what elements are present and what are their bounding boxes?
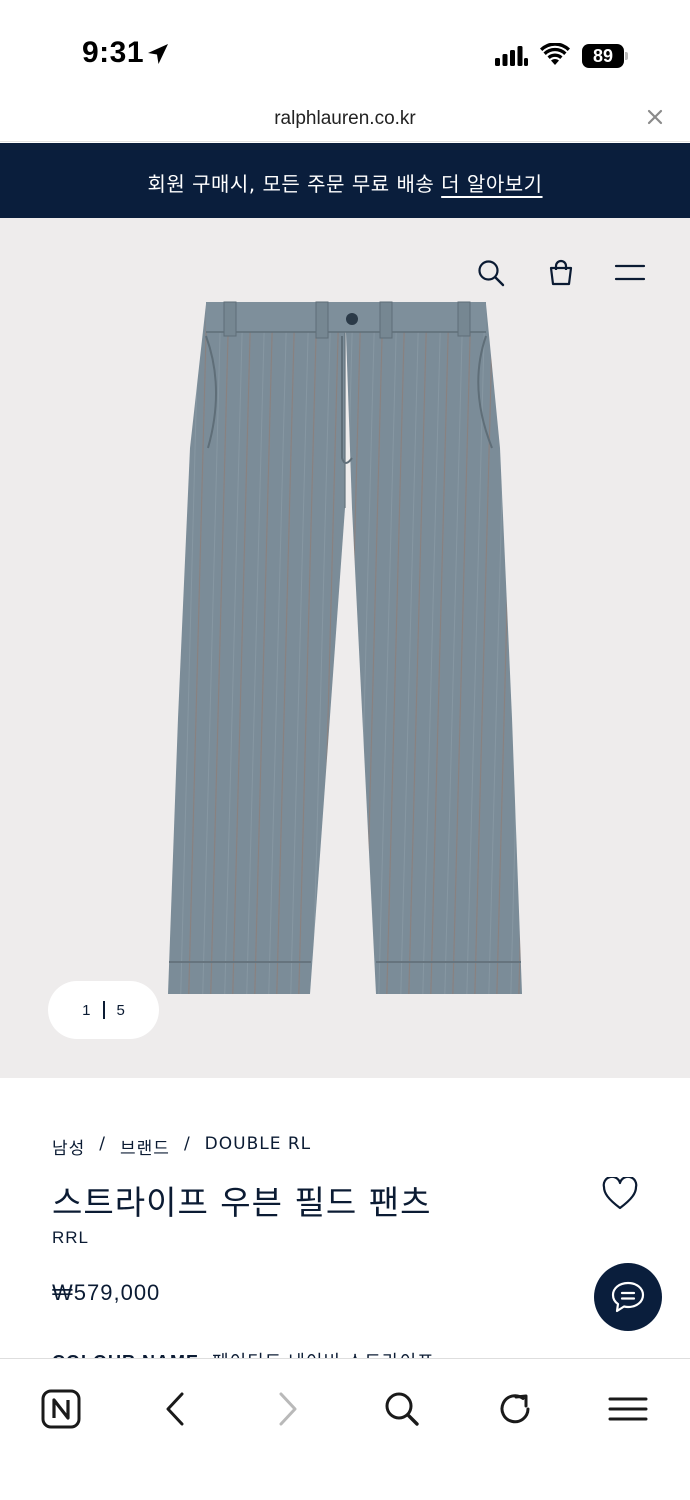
breadcrumb-separator: / <box>183 1134 191 1154</box>
menu-button[interactable] <box>598 1379 658 1439</box>
breadcrumb-item-brand[interactable]: 브랜드 <box>120 1134 170 1159</box>
browser-toolbar <box>0 1358 690 1500</box>
forward-button[interactable] <box>258 1379 318 1439</box>
product-gallery[interactable]: 1 5 <box>0 218 690 1078</box>
reload-button[interactable] <box>485 1379 545 1439</box>
search-icon[interactable] <box>476 258 506 288</box>
menu-icon <box>608 1397 648 1421</box>
breadcrumb: 남성 / 브랜드 / DOUBLE RL <box>52 1134 311 1159</box>
product-price: ₩579,000 <box>52 1280 161 1305</box>
chat-button[interactable] <box>594 1263 662 1331</box>
status-time: 9:31 <box>82 36 145 69</box>
chat-icon <box>611 1281 645 1313</box>
product-title: 스트라이프 우븐 필드 팬츠 <box>52 1183 432 1222</box>
breadcrumb-separator: / <box>99 1134 107 1154</box>
shopping-bag-icon[interactable] <box>546 258 576 288</box>
search-button[interactable] <box>372 1379 432 1439</box>
promo-banner: 회원 구매시, 모든 주문 무료 배송 더 알아보기 <box>0 143 690 218</box>
home-n-icon <box>41 1389 81 1429</box>
battery-level: 89 <box>592 46 614 66</box>
menu-icon[interactable] <box>614 258 646 288</box>
product-image[interactable] <box>0 218 690 1078</box>
breadcrumb-item-double-rl[interactable]: DOUBLE RL <box>205 1134 311 1159</box>
cellular-signal-icon <box>495 46 528 66</box>
gallery-pager: 1 5 <box>48 981 159 1039</box>
search-icon <box>385 1392 419 1426</box>
home-button[interactable] <box>31 1379 91 1439</box>
pager-total: 5 <box>116 1001 125 1019</box>
location-arrow-icon <box>148 44 168 64</box>
pager-divider <box>102 1001 105 1019</box>
heart-icon[interactable] <box>602 1177 638 1211</box>
status-bar: 9:31 89 <box>0 0 690 98</box>
close-icon[interactable] <box>646 108 664 126</box>
battery-indicator: 89 <box>582 44 628 68</box>
wifi-icon <box>540 43 570 65</box>
promo-text: 회원 구매시, 모든 주문 무료 배송 <box>147 172 435 196</box>
breadcrumb-item-men[interactable]: 남성 <box>52 1134 85 1159</box>
back-icon <box>166 1392 184 1426</box>
url-text[interactable]: ralphlauren.co.kr <box>0 108 690 130</box>
pager-current: 1 <box>82 1001 91 1019</box>
promo-learn-more-link[interactable]: 더 알아보기 <box>441 172 542 196</box>
address-bar[interactable]: ralphlauren.co.kr <box>0 98 690 142</box>
forward-icon <box>279 1392 297 1426</box>
back-button[interactable] <box>145 1379 205 1439</box>
product-brand: RRL <box>52 1228 90 1247</box>
reload-icon <box>500 1394 530 1424</box>
